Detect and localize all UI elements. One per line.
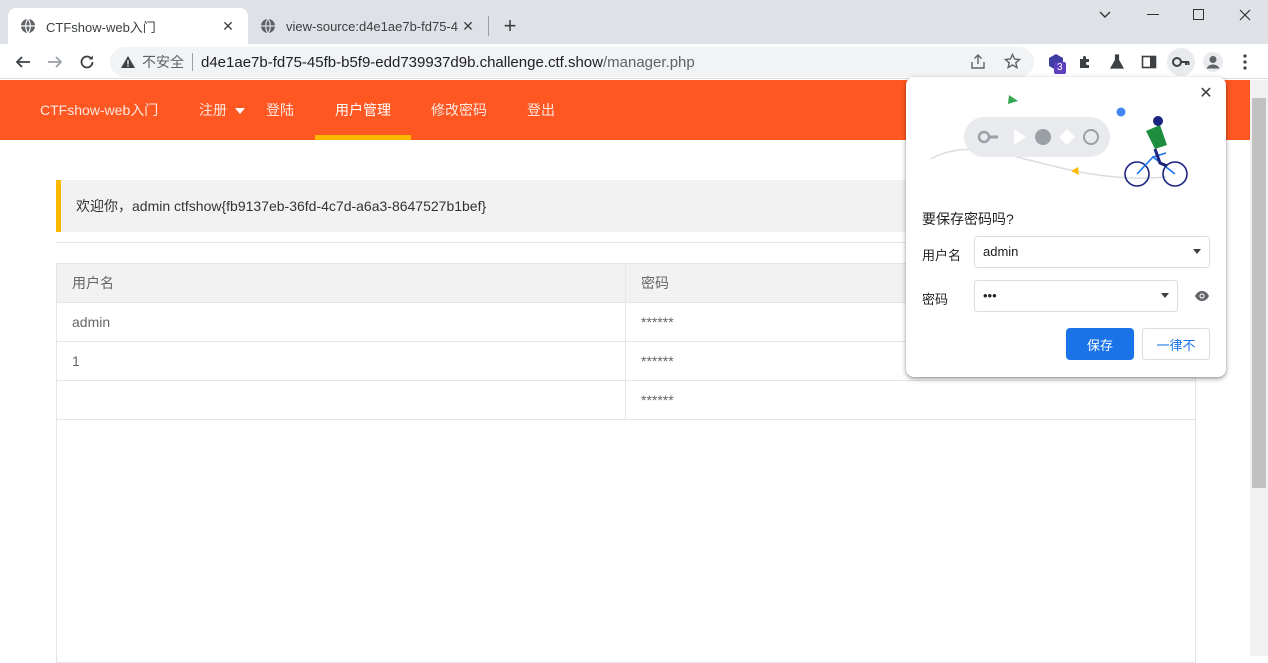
back-arrow-icon[interactable] <box>9 48 37 76</box>
bookmark-star-icon[interactable] <box>1003 52 1022 74</box>
caret-down-icon <box>234 108 245 115</box>
nav-item-register[interactable]: 注册 <box>199 80 245 140</box>
scrollbar-thumb[interactable] <box>1252 98 1266 488</box>
close-tab-icon[interactable]: ✕ <box>460 18 476 34</box>
maximize-icon[interactable] <box>1176 0 1222 30</box>
cell-username <box>57 381 626 420</box>
url-host: d4e1ae7b-fd75-45fb-b5f9-edd739937d9b.cha… <box>201 53 603 71</box>
password-value: ••• <box>983 288 997 303</box>
warning-triangle-icon <box>121 56 135 68</box>
tab-separator <box>488 16 489 36</box>
nav-item-login[interactable]: 登陆 <box>266 80 294 140</box>
side-panel-icon[interactable] <box>1135 48 1163 76</box>
tab-title: CTFshow-web入门 <box>46 19 156 35</box>
cell-username: 1 <box>57 342 626 381</box>
page-scrollbar[interactable] <box>1250 80 1268 656</box>
globe-icon <box>261 18 275 34</box>
tab-view-source[interactable]: view-source:d4e1ae7b-fd75-4 ✕ <box>248 8 488 44</box>
reload-icon[interactable] <box>73 48 101 76</box>
forward-arrow-icon[interactable] <box>41 48 69 76</box>
table-row: ****** <box>57 381 1195 420</box>
tab-title: view-source:d4e1ae7b-fd75-4 <box>286 18 458 34</box>
password-key-icon[interactable] <box>1167 48 1195 76</box>
new-tab-icon[interactable]: + <box>498 12 522 40</box>
password-select[interactable]: ••• <box>974 280 1178 312</box>
profile-avatar-icon[interactable] <box>1199 48 1227 76</box>
tab-search-chevron-down-icon[interactable] <box>1082 0 1128 30</box>
nav-item-change-password[interactable]: 修改密码 <box>431 80 487 140</box>
url-path: /manager.php <box>602 53 695 71</box>
never-button[interactable]: 一律不 <box>1142 328 1210 360</box>
nav-active-underline <box>315 135 411 140</box>
nav-item-logout[interactable]: 登出 <box>527 80 555 140</box>
labs-flask-icon[interactable] <box>1103 48 1131 76</box>
minimize-icon[interactable] <box>1130 0 1176 30</box>
username-select[interactable]: admin <box>974 236 1210 268</box>
security-indicator[interactable]: 不安全 <box>120 52 184 72</box>
puzzle-extensions-icon[interactable] <box>1071 48 1099 76</box>
menu-kebab-icon[interactable] <box>1231 48 1259 76</box>
cell-password: ****** <box>641 392 674 408</box>
address-bar[interactable]: 不安全 d4e1ae7b-fd75-45fb-b5f9-edd739937d9b… <box>110 47 1034 77</box>
nav-item-label: 注册 <box>199 102 227 118</box>
globe-icon <box>21 18 35 34</box>
extension-badge: 3 <box>1054 62 1066 74</box>
password-illustration <box>930 95 1188 187</box>
close-window-icon[interactable] <box>1222 0 1268 30</box>
header-username: 用户名 <box>57 264 626 303</box>
tab-ctfshow[interactable]: CTFshow-web入门 ✕ <box>8 8 248 44</box>
chevron-down-icon <box>1161 293 1169 298</box>
close-tab-icon[interactable]: ✕ <box>220 18 236 34</box>
dialog-title: 要保存密码吗? <box>922 211 1014 227</box>
username-value: admin <box>983 244 1019 259</box>
nav-item-user-management[interactable]: 用户管理 <box>335 80 391 140</box>
save-password-dialog: ✕ 要保存密码吗? 用户名 admin 密码 ••• 保存 一律不 <box>906 77 1226 377</box>
share-icon[interactable] <box>970 54 986 74</box>
cell-username: admin <box>57 303 626 342</box>
browser-toolbar: 不安全 d4e1ae7b-fd75-45fb-b5f9-edd739937d9b… <box>0 44 1268 79</box>
browser-tab-strip: CTFshow-web入门 ✕ view-source:d4e1ae7b-fd7… <box>0 0 1268 44</box>
password-label: 密码 <box>922 292 949 307</box>
security-label: 不安全 <box>142 54 184 70</box>
nav-brand[interactable]: CTFshow-web入门 <box>40 80 158 140</box>
chevron-down-icon <box>1193 249 1201 254</box>
save-button[interactable]: 保存 <box>1066 328 1134 360</box>
extension-hexagon-icon[interactable]: 3 <box>1042 48 1070 76</box>
eye-icon[interactable] <box>1194 289 1210 306</box>
omnibox-separator <box>192 53 193 71</box>
username-label: 用户名 <box>922 248 962 263</box>
